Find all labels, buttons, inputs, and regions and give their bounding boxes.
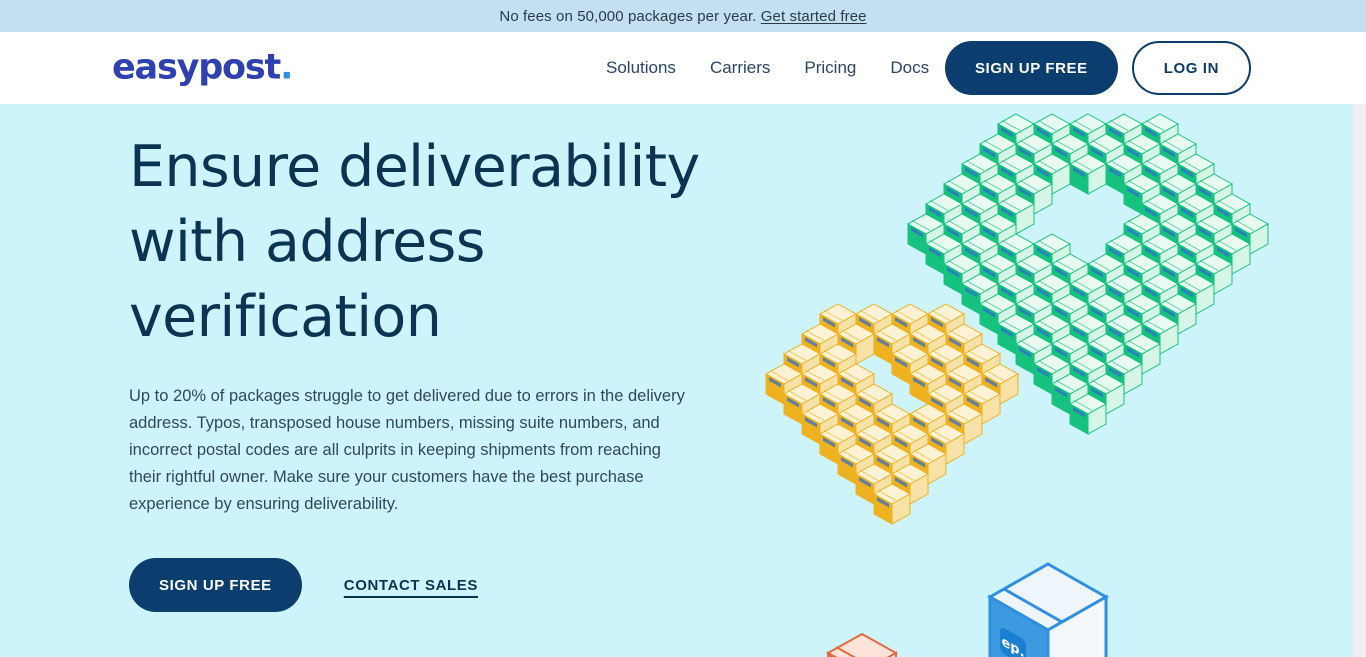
site-header: easypost. Solutions Carriers Pricing Doc… [0, 32, 1366, 104]
hero-description: Up to 20% of packages struggle to get de… [129, 387, 685, 513]
logo-wordmark: easypost [112, 47, 281, 88]
logo-dot: . [280, 47, 293, 88]
hero-section: Ensure deliverability with address verif… [0, 104, 1366, 657]
contact-sales-link[interactable]: CONTACT SALES [344, 577, 478, 594]
nav-item-carriers[interactable]: Carriers [710, 58, 770, 78]
page-scrollbar-thumb[interactable] [1353, 104, 1366, 254]
primary-navigation: Solutions Carriers Pricing Docs [606, 58, 929, 78]
page-scrollbar-track[interactable] [1353, 104, 1366, 657]
easypost-logo[interactable]: easypost. [112, 47, 293, 88]
header-actions: SIGN UP FREE LOG IN [944, 41, 1251, 95]
nav-item-docs[interactable]: Docs [890, 58, 929, 78]
yellow-map-pin [765, 303, 1019, 525]
page-root: No fees on 50,000 packages per year. Get… [0, 0, 1366, 657]
hero-cta-group: SIGN UP FREE CONTACT SALES [129, 558, 709, 612]
blue-package-box: ep. [986, 562, 1110, 657]
hero-illustration: ep. [740, 104, 1280, 657]
hero-signup-button[interactable]: SIGN UP FREE [129, 558, 302, 612]
nav-item-solutions[interactable]: Solutions [606, 58, 676, 78]
announcement-banner: No fees on 50,000 packages per year. Get… [0, 0, 1366, 32]
header-signup-button[interactable]: SIGN UP FREE [944, 41, 1118, 95]
hero-copy: Ensure deliverability with address verif… [129, 130, 709, 612]
header-login-button[interactable]: LOG IN [1131, 41, 1251, 95]
announcement-text: No fees on 50,000 packages per year. [499, 7, 761, 25]
get-started-free-link[interactable]: Get started free [761, 8, 867, 25]
orange-package-box [825, 632, 899, 657]
nav-item-pricing[interactable]: Pricing [804, 58, 856, 78]
hero-title: Ensure deliverability with address verif… [129, 134, 700, 350]
